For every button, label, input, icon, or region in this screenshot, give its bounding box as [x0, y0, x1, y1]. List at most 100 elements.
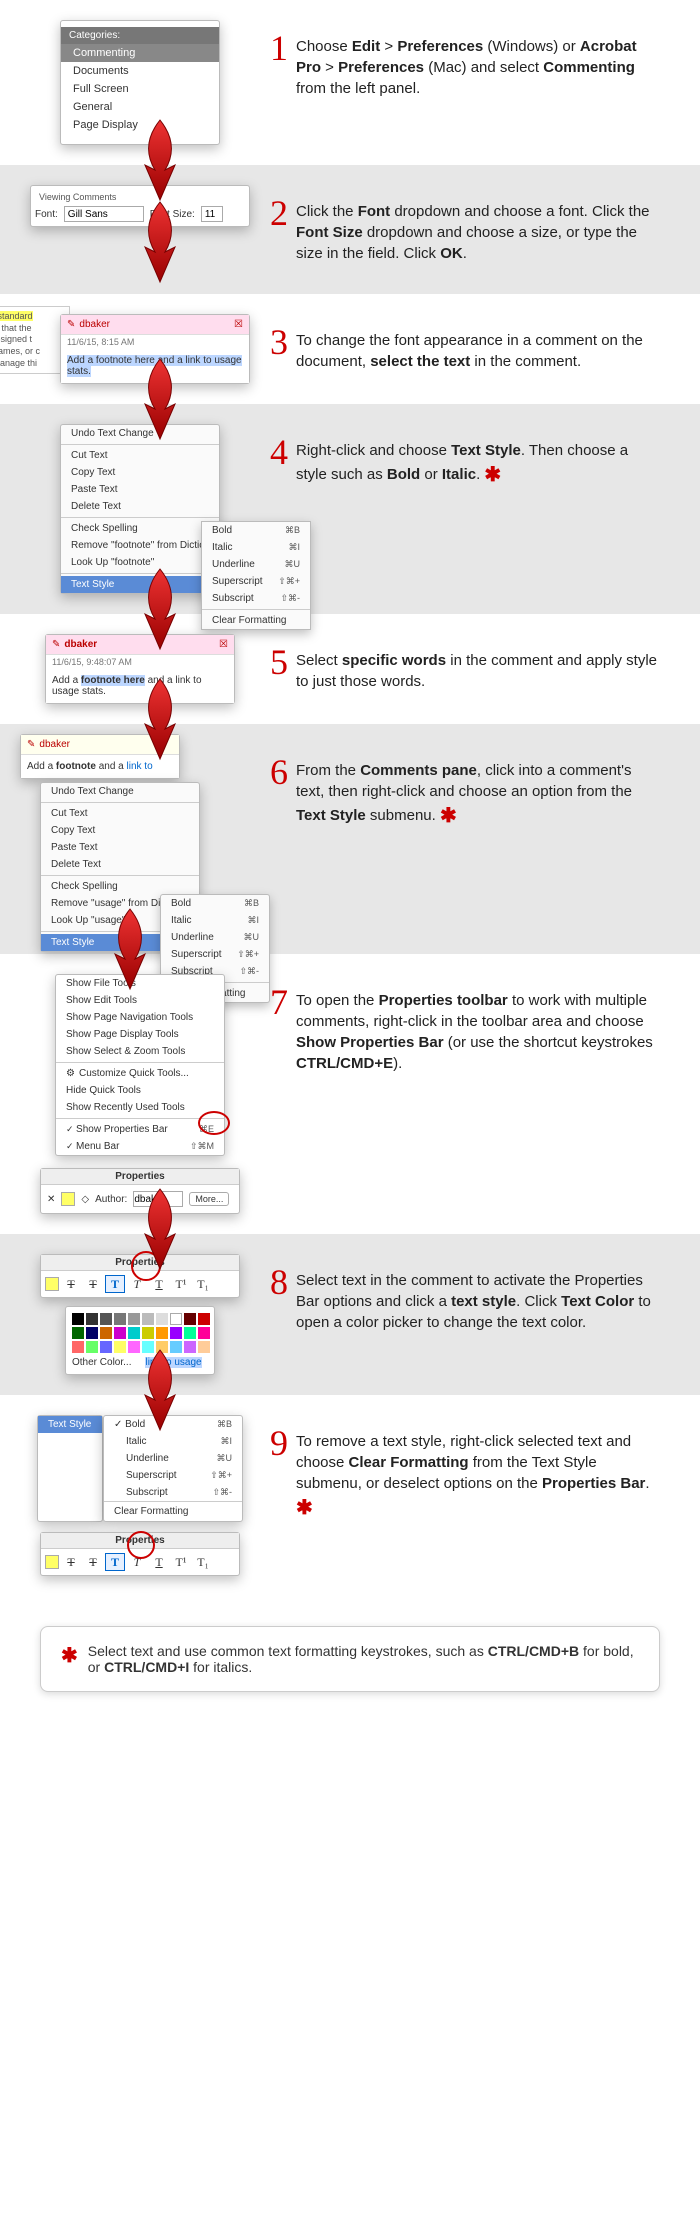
ctx-text-style[interactable]: Text Style [38, 1416, 102, 1433]
font-size-field[interactable] [201, 206, 223, 222]
swatch[interactable] [170, 1313, 182, 1325]
show-file-tools[interactable]: Show File Tools [56, 975, 224, 992]
swatch[interactable] [72, 1327, 84, 1339]
strike1-button[interactable]: T [61, 1553, 81, 1571]
swatch[interactable] [86, 1313, 98, 1325]
opacity-icon[interactable]: ◇ [81, 1194, 89, 1205]
show-edit-tools[interactable]: Show Edit Tools [56, 992, 224, 1009]
close-icon[interactable]: ☒ [219, 639, 228, 650]
style-bold[interactable]: Bold⌘B [202, 522, 310, 539]
text-color-button[interactable] [45, 1277, 59, 1291]
style-underline[interactable]: Underline⌘U [161, 929, 269, 946]
more-button[interactable]: More... [189, 1192, 229, 1206]
ctx-delete[interactable]: Delete Text [41, 856, 199, 873]
swatch[interactable] [156, 1327, 168, 1339]
swatch[interactable] [184, 1327, 196, 1339]
text-color-button[interactable] [45, 1555, 59, 1569]
style-bold[interactable]: ✓ Bold⌘B [104, 1416, 242, 1433]
show-selectzoom-tools[interactable]: Show Select & Zoom Tools [56, 1043, 224, 1060]
swatch[interactable] [114, 1327, 126, 1339]
style-superscript[interactable]: Superscript⇧⌘+ [104, 1467, 242, 1484]
comment-text[interactable]: Add a footnote here and a link to usage … [61, 349, 249, 383]
category-item-pagedisplay[interactable]: Page Display [61, 116, 219, 134]
bold-button[interactable]: T [105, 1553, 125, 1571]
comment-text[interactable]: Add a footnote here and a link to usage … [46, 669, 234, 703]
swatch[interactable] [128, 1313, 140, 1325]
swatch[interactable] [86, 1341, 98, 1353]
style-subscript[interactable]: Subscript⇧⌘- [104, 1484, 242, 1501]
swatch[interactable] [170, 1341, 182, 1353]
strike2-button[interactable]: T [83, 1553, 103, 1571]
strike2-button[interactable]: T [83, 1275, 103, 1293]
style-italic[interactable]: Italic⌘I [202, 539, 310, 556]
swatch[interactable] [156, 1313, 168, 1325]
show-pagenav-tools[interactable]: Show Page Navigation Tools [56, 1009, 224, 1026]
swatch[interactable] [184, 1341, 196, 1353]
swatch[interactable] [114, 1341, 126, 1353]
menu-bar[interactable]: Menu Bar⇧⌘M [56, 1138, 224, 1155]
close-icon[interactable]: ✕ [47, 1194, 55, 1205]
font-dropdown[interactable] [64, 206, 144, 222]
customize-quick-tools[interactable]: Customize Quick Tools... [56, 1065, 224, 1082]
ctx-cut[interactable]: Cut Text [41, 805, 199, 822]
ctx-lookup[interactable]: Look Up "footnote" [61, 554, 219, 571]
ctx-cut[interactable]: Cut Text [61, 447, 219, 464]
swatch[interactable] [114, 1313, 126, 1325]
author-field[interactable] [133, 1191, 183, 1207]
swatch[interactable] [142, 1327, 154, 1339]
swatch[interactable] [142, 1341, 154, 1353]
ctx-paste[interactable]: Paste Text [41, 839, 199, 856]
swatch[interactable] [198, 1327, 210, 1339]
swatch[interactable] [156, 1341, 168, 1353]
swatch[interactable] [128, 1341, 140, 1353]
ctx-copy[interactable]: Copy Text [41, 822, 199, 839]
style-underline[interactable]: Underline⌘U [202, 556, 310, 573]
style-superscript[interactable]: Superscript⇧⌘+ [202, 573, 310, 590]
super-button[interactable]: T¹ [171, 1553, 191, 1571]
bold-button[interactable]: T [105, 1275, 125, 1293]
category-item-commenting[interactable]: Commenting [61, 44, 219, 62]
ctx-paste[interactable]: Paste Text [61, 481, 219, 498]
swatch[interactable] [72, 1341, 84, 1353]
style-italic[interactable]: Italic⌘I [104, 1433, 242, 1450]
swatch[interactable] [128, 1327, 140, 1339]
close-icon[interactable]: ☒ [234, 319, 243, 330]
hide-quick-tools[interactable]: Hide Quick Tools [56, 1082, 224, 1099]
swatch[interactable] [100, 1313, 112, 1325]
style-underline[interactable]: Underline⌘U [104, 1450, 242, 1467]
color-swatch[interactable] [61, 1192, 75, 1206]
underline-button[interactable]: T [149, 1553, 169, 1571]
ctx-undo[interactable]: Undo Text Change [61, 425, 219, 442]
swatch[interactable] [142, 1313, 154, 1325]
ctx-remove-dict[interactable]: Remove "footnote" from Dictionary [61, 537, 219, 554]
sub-button[interactable]: T₁ [193, 1275, 213, 1293]
ctx-spelling[interactable]: Check Spelling [61, 520, 219, 537]
ctx-text-style[interactable]: Text Style▶ [61, 576, 219, 593]
swatch[interactable] [184, 1313, 196, 1325]
ctx-spelling[interactable]: Check Spelling [41, 878, 199, 895]
category-item-fullscreen[interactable]: Full Screen [61, 80, 219, 98]
swatch[interactable] [100, 1327, 112, 1339]
super-button[interactable]: T¹ [171, 1275, 191, 1293]
category-item-documents[interactable]: Documents [61, 62, 219, 80]
swatch[interactable] [198, 1313, 210, 1325]
swatch[interactable] [198, 1341, 210, 1353]
category-item-general[interactable]: General [61, 98, 219, 116]
ctx-copy[interactable]: Copy Text [61, 464, 219, 481]
swatch[interactable] [170, 1327, 182, 1339]
swatch[interactable] [100, 1341, 112, 1353]
comment-text[interactable]: Add a footnote and a link to [21, 755, 179, 778]
sub-button[interactable]: T₁ [193, 1553, 213, 1571]
other-color-button[interactable]: Other Color... link to usage [72, 1353, 208, 1368]
style-subscript[interactable]: Subscript⇧⌘- [202, 590, 310, 607]
strike1-button[interactable]: T [61, 1275, 81, 1293]
style-bold[interactable]: Bold⌘B [161, 895, 269, 912]
swatch[interactable] [72, 1313, 84, 1325]
ctx-delete[interactable]: Delete Text [61, 498, 219, 515]
show-pagedisp-tools[interactable]: Show Page Display Tools [56, 1026, 224, 1043]
style-italic[interactable]: Italic⌘I [161, 912, 269, 929]
ctx-undo[interactable]: Undo Text Change [41, 783, 199, 800]
swatch[interactable] [86, 1327, 98, 1339]
show-recent-tools[interactable]: Show Recently Used Tools [56, 1099, 224, 1116]
style-clear[interactable]: Clear Formatting [104, 1501, 242, 1521]
